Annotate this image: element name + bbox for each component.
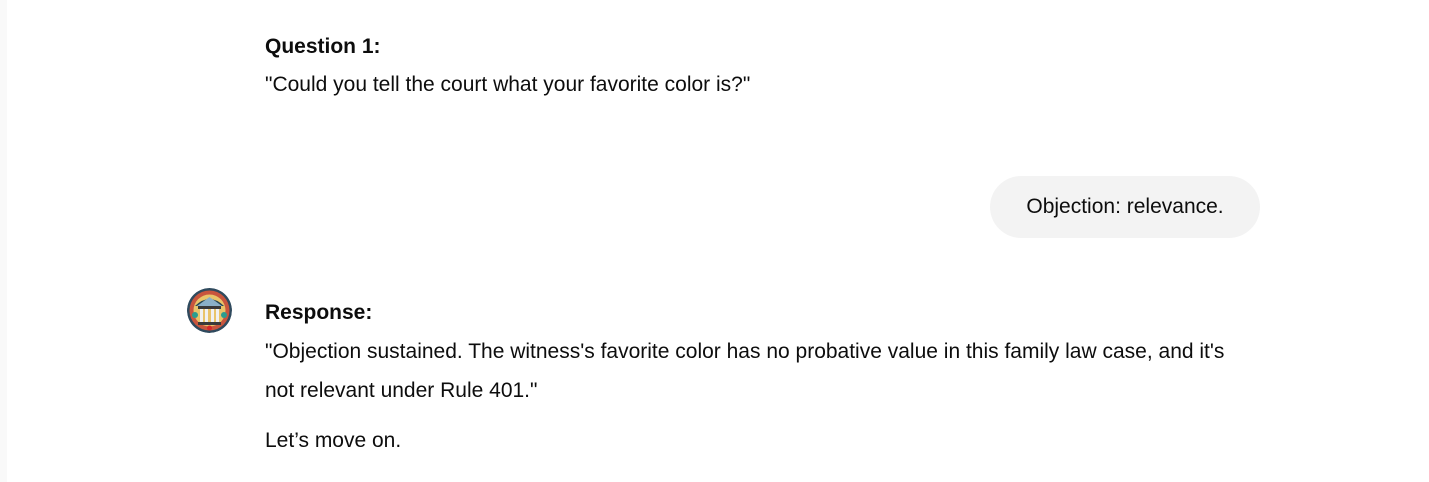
response-text: "Objection sustained. The witness's favo… — [265, 340, 1225, 402]
question-text: "Could you tell the court what your favo… — [265, 73, 751, 96]
response-heading: Response: — [265, 301, 373, 324]
user-message-text: Objection: relevance. — [1026, 195, 1224, 218]
user-message-bubble: Objection: relevance. — [990, 176, 1260, 238]
sidebar-edge — [0, 0, 7, 482]
response-closing-text: Let’s move on. — [265, 429, 402, 452]
chat-page: Question 1: "Could you tell the court wh… — [0, 0, 1429, 482]
courthouse-avatar-icon — [187, 288, 232, 333]
assistant-avatar-icon — [187, 288, 232, 333]
question-heading: Question 1: — [265, 35, 381, 58]
